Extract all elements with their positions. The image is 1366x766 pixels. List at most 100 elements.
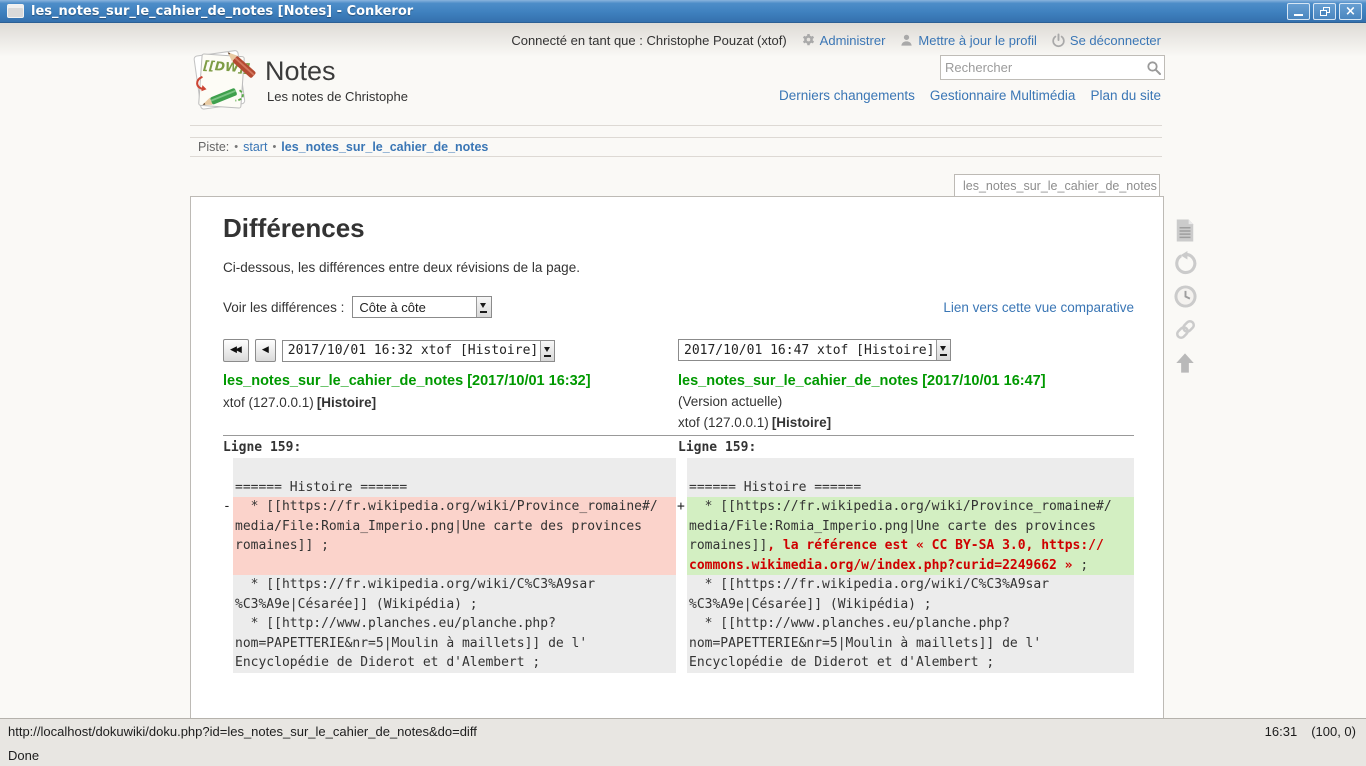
right-revision-meta: xtof (127.0.0.1)[Histoire] [678, 415, 831, 430]
diff-cell-left-context: * [[https://fr.wikipedia.org/wiki/C%C3%A… [233, 575, 676, 673]
minimize-icon [1294, 14, 1303, 16]
diff-cell-right-added: * [[https://fr.wikipedia.org/wiki/Provin… [687, 497, 1134, 575]
breadcrumb-separator: • [234, 141, 238, 153]
status-clock: 16:31 [1265, 724, 1298, 739]
revisions-clock-icon [1173, 284, 1198, 309]
first-revision-button[interactable]: ◀◀ [223, 339, 249, 362]
left-history-label: [Histoire] [317, 395, 376, 410]
diff-marker-left [223, 575, 233, 673]
left-line-label: Ligne 159: [223, 439, 301, 457]
diff-view-select[interactable]: Côte à côte [352, 296, 492, 318]
admin-link-label: Administrer [820, 33, 886, 48]
window-icon [7, 4, 24, 18]
conkeror-window: les_notes_sur_le_cahier_de_notes [Notes]… [0, 0, 1366, 766]
restore-icon [1320, 7, 1330, 16]
breadcrumb: Piste: • start • les_notes_sur_le_cahier… [190, 137, 1162, 157]
window-controls [1287, 3, 1362, 20]
view-select-value: Côte à côte [353, 300, 432, 315]
header-divider [190, 125, 1162, 126]
site-tools: Derniers changements Gestionnaire Multim… [779, 88, 1161, 103]
close-icon [1345, 5, 1356, 18]
restore-button[interactable] [1313, 3, 1336, 20]
account-bar: Connecté en tant que : Christophe Pouzat… [511, 33, 1161, 48]
magnifier-icon [1146, 60, 1162, 76]
chevron-down-icon [540, 341, 554, 361]
show-page-icon [1174, 218, 1196, 243]
logout-label: Se déconnecter [1070, 33, 1161, 48]
view-select-label: Voir les différences : [223, 300, 344, 315]
breadcrumb-label: Piste: [198, 140, 229, 154]
diff-marker-left [223, 458, 233, 497]
status-url: http://localhost/dokuwiki/doku.php?id=le… [8, 724, 477, 739]
back-to-top-icon [1174, 350, 1196, 375]
rewind-icon: ◀◀ [230, 346, 240, 355]
left-revision-title[interactable]: les_notes_sur_le_cahier_de_notes [2017/1… [223, 373, 591, 389]
left-revision-meta: xtof (127.0.0.1)[Histoire] [223, 395, 376, 410]
power-icon [1051, 33, 1066, 48]
breadcrumb-link-current[interactable]: les_notes_sur_le_cahier_de_notes [281, 140, 488, 154]
media-manager-link[interactable]: Gestionnaire Multimédia [930, 88, 1076, 103]
right-revision-value: 2017/10/01 16:47 xtof [Histoire] [679, 343, 936, 358]
right-author: xtof (127.0.0.1) [678, 415, 769, 430]
update-profile-label: Mettre à jour le profil [918, 33, 1037, 48]
right-history-label: [Histoire] [772, 415, 831, 430]
diff-marker-right [677, 575, 687, 673]
backlinks-icon [1173, 317, 1198, 342]
content-box: Différences Ci-dessous, les différences … [190, 196, 1164, 719]
update-profile-link[interactable]: Mettre à jour le profil [899, 33, 1037, 48]
user-icon [899, 33, 914, 48]
search-box [940, 55, 1165, 80]
site-logo[interactable]: [[DW]] [188, 49, 256, 115]
admin-link[interactable]: Administrer [801, 33, 886, 48]
page-tools [1172, 217, 1198, 375]
breadcrumb-separator: • [272, 141, 276, 153]
left-author: xtof (127.0.0.1) [223, 395, 314, 410]
intro-text: Ci-dessous, les différences entre deux r… [223, 260, 580, 275]
previous-revision-button[interactable]: ◀ [255, 339, 276, 362]
right-line-label: Ligne 159: [678, 439, 756, 457]
backlinks-button[interactable] [1172, 316, 1198, 342]
revision-nav-row: ◀◀ ◀ 2017/10/01 16:32 xtof [Histoire] [223, 339, 555, 362]
window-title: les_notes_sur_le_cahier_de_notes [Notes]… [31, 4, 413, 19]
diff-table: ====== Histoire ====== ====== Histoire =… [223, 458, 1134, 673]
diff-cell-right-context: ====== Histoire ====== [687, 458, 1134, 497]
page-tab: les_notes_sur_le_cahier_de_notes [954, 174, 1160, 196]
diff-marker-right [677, 458, 687, 497]
left-revision-value: 2017/10/01 16:32 xtof [Histoire] [283, 343, 540, 358]
search-input[interactable] [941, 58, 1144, 77]
site-tagline: Les notes de Christophe [267, 89, 408, 104]
logged-in-text: Connecté en tant que : Christophe Pouzat… [511, 33, 786, 48]
right-revision-select[interactable]: 2017/10/01 16:47 xtof [Histoire] [678, 339, 951, 361]
diff-header-divider [223, 435, 1134, 436]
back-to-top-button[interactable] [1172, 349, 1198, 375]
revert-icon [1173, 251, 1198, 276]
sitemap-link[interactable]: Plan du site [1090, 88, 1161, 103]
minimize-button[interactable] [1287, 3, 1310, 20]
diff-marker-left: - [223, 497, 233, 575]
diff-cell-right-context: * [[https://fr.wikipedia.org/wiki/C%C3%A… [687, 575, 1134, 673]
right-current-version: (Version actuelle) [678, 394, 782, 409]
site-title[interactable]: Notes [265, 56, 336, 87]
logout-link[interactable]: Se déconnecter [1051, 33, 1161, 48]
page-title: Différences [223, 213, 365, 244]
revert-button[interactable] [1172, 250, 1198, 276]
compare-view-link[interactable]: Lien vers cette vue comparative [943, 300, 1134, 315]
diff-cell-left-context: ====== Histoire ====== [233, 458, 676, 497]
diff-cell-left-deleted: * [[https://fr.wikipedia.org/wiki/Provin… [233, 497, 676, 575]
status-position: (100, 0) [1311, 724, 1356, 739]
breadcrumb-link-start[interactable]: start [243, 140, 267, 154]
left-revision-select[interactable]: 2017/10/01 16:32 xtof [Histoire] [282, 340, 555, 362]
show-page-button[interactable] [1172, 217, 1198, 243]
old-revisions-button[interactable] [1172, 283, 1198, 309]
gear-icon [801, 33, 816, 48]
right-revision-title[interactable]: les_notes_sur_le_cahier_de_notes [2017/1… [678, 373, 1046, 389]
chevron-down-icon [936, 340, 950, 360]
recent-changes-link[interactable]: Derniers changements [779, 88, 915, 103]
status-right: 16:31 (100, 0) [1265, 724, 1356, 739]
search-button[interactable] [1144, 58, 1164, 78]
window-titlebar: les_notes_sur_le_cahier_de_notes [Notes]… [0, 0, 1366, 23]
status-bar: http://localhost/dokuwiki/doku.php?id=le… [0, 718, 1366, 766]
close-button[interactable] [1339, 3, 1362, 20]
diff-marker-right: + [677, 497, 687, 575]
diff-view-row: Voir les différences : Côte à côte [223, 296, 492, 318]
